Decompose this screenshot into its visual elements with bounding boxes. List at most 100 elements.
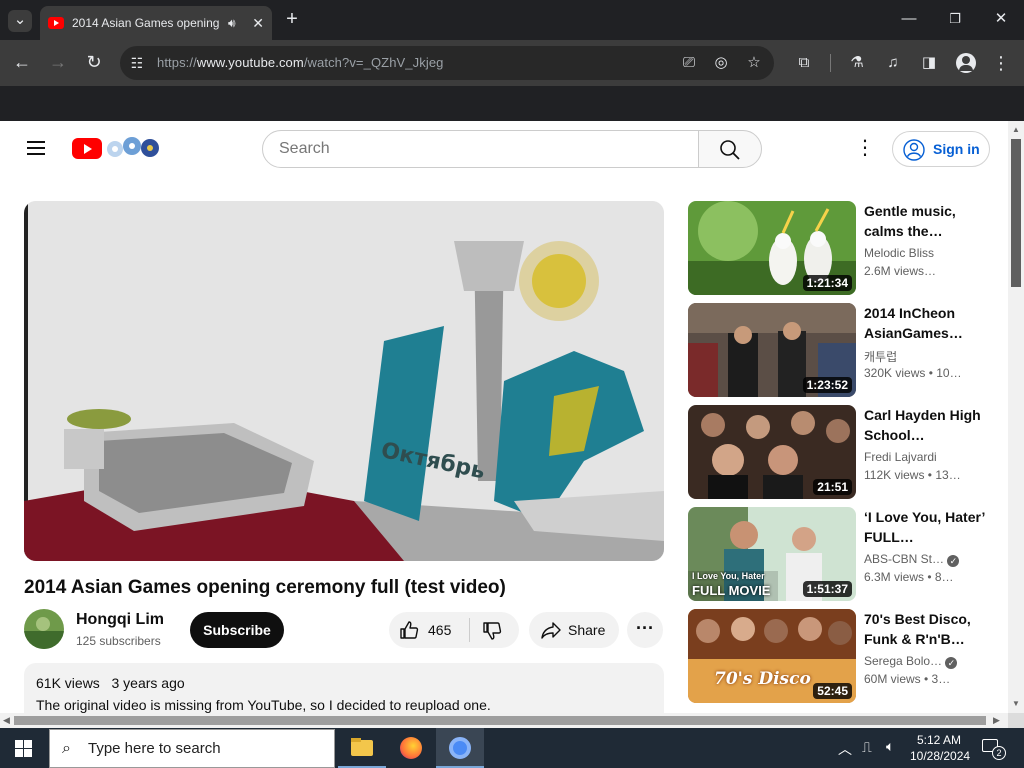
back-arrow-icon[interactable]: ← bbox=[11, 52, 33, 72]
subscribe-button[interactable]: Subscribe bbox=[190, 612, 284, 648]
like-button[interactable]: 465 bbox=[389, 612, 469, 648]
scrollbar-corner bbox=[1008, 713, 1024, 728]
horizontal-scrollbar[interactable]: ◀ ▶ bbox=[0, 713, 1008, 728]
new-tab-plus-icon[interactable]: + bbox=[281, 9, 303, 29]
file-explorer-icon[interactable] bbox=[338, 728, 386, 768]
related-thumbnail[interactable]: I Love You, Hater FULL MOVIE 1:51:37 bbox=[688, 507, 856, 601]
related-video-3[interactable]: 21:51 Carl Hayden High School… Fredi Laj… bbox=[688, 405, 998, 499]
related-thumbnail[interactable]: 70's Disco 52:45 bbox=[688, 609, 856, 703]
thumbs-up-icon bbox=[400, 621, 419, 639]
channel-avatar[interactable] bbox=[24, 609, 64, 649]
restore-icon[interactable]: ❐ bbox=[944, 9, 966, 29]
sign-in-label: Sign in bbox=[933, 141, 980, 157]
volume-muted-icon[interactable]: 🔈︎ bbox=[886, 738, 894, 755]
side-panel-icon[interactable]: ◨ bbox=[918, 53, 940, 73]
search-input[interactable]: Search bbox=[262, 130, 700, 168]
video-player[interactable]: Октябрь bbox=[24, 201, 664, 561]
labs-flask-icon[interactable]: ⚗ bbox=[846, 53, 868, 73]
chrome-taskbar-icon[interactable] bbox=[436, 728, 484, 768]
forward-arrow-icon[interactable]: → bbox=[47, 52, 69, 72]
windows-taskbar: ⌕ Type here to search ︿ ⎍ 🔈︎ 5:12 AM 10/… bbox=[0, 728, 1024, 768]
sign-in-button[interactable]: Sign in bbox=[892, 131, 990, 167]
related-video-4[interactable]: I Love You, Hater FULL MOVIE 1:51:37 ‘I … bbox=[688, 507, 998, 601]
browser-tab-strip: ⌄ 2014 Asian Games opening 🔊︎ ✕ + — ❐ ✕ bbox=[0, 0, 1024, 40]
clock[interactable]: 5:12 AM 10/28/2024 bbox=[910, 732, 971, 764]
related-title[interactable]: 70's Best Disco, Funk & R'n'B… bbox=[864, 609, 988, 649]
view-count: 61K views bbox=[36, 675, 100, 691]
profile-avatar-icon[interactable] bbox=[956, 53, 976, 73]
network-icon[interactable]: ⎍ bbox=[862, 739, 872, 756]
description-box[interactable]: 61K views 3 years ago The original video… bbox=[24, 663, 664, 713]
related-thumbnail[interactable]: 1:23:52 bbox=[688, 303, 856, 397]
browser-infobar-area bbox=[0, 86, 1024, 121]
media-control-icon[interactable]: ♫ bbox=[882, 53, 904, 73]
browser-tab-active[interactable]: 2014 Asian Games opening 🔊︎ ✕ bbox=[40, 6, 272, 40]
tab-audio-icon[interactable]: 🔊︎ bbox=[228, 16, 236, 31]
notification-center-icon[interactable]: 2 bbox=[982, 737, 1006, 760]
related-title[interactable]: Carl Hayden High School… bbox=[864, 405, 988, 445]
url-text[interactable]: https://www.youtube.com/watch?v=_QZhV_Jk… bbox=[157, 55, 443, 70]
related-channel[interactable]: Melodic Bliss bbox=[864, 246, 934, 260]
scroll-up-icon[interactable]: ▲ bbox=[1012, 125, 1020, 134]
channel-name[interactable]: Hongqi Lim bbox=[76, 611, 164, 629]
related-thumbnail[interactable]: 1:21:34 bbox=[688, 201, 856, 295]
scroll-down-icon[interactable]: ▼ bbox=[1012, 699, 1020, 708]
tab-search-chevron-icon[interactable]: ⌄ bbox=[8, 10, 32, 32]
share-button[interactable]: Share bbox=[529, 612, 619, 648]
scroll-right-icon[interactable]: ▶ bbox=[993, 715, 1000, 726]
related-views: 6.3M views • 8… bbox=[864, 570, 954, 584]
related-views: 112K views • 13… bbox=[864, 468, 961, 482]
show-hidden-icons-chevron[interactable]: ︿ bbox=[838, 739, 852, 759]
related-title[interactable]: Gentle music, calms the… bbox=[864, 201, 988, 241]
youtube-logo-icon[interactable] bbox=[72, 138, 102, 159]
vertical-scroll-thumb[interactable] bbox=[1011, 139, 1021, 287]
related-video-1[interactable]: 1:21:34 Gentle music, calms the… Melodic… bbox=[688, 201, 998, 295]
video-title: 2014 Asian Games opening ceremony full (… bbox=[24, 577, 506, 598]
dislike-button[interactable] bbox=[470, 612, 519, 648]
related-channel[interactable]: Fredi Lajvardi bbox=[864, 450, 937, 464]
clock-time: 5:12 AM bbox=[916, 733, 962, 747]
install-app-icon[interactable]: ⎚ bbox=[678, 53, 700, 73]
scroll-left-icon[interactable]: ◀ bbox=[3, 715, 10, 726]
firefox-icon[interactable] bbox=[387, 728, 435, 768]
doodle-flowers-icon[interactable] bbox=[105, 135, 163, 161]
related-channel[interactable]: 캐투럽 bbox=[864, 348, 897, 365]
upload-age: 3 years ago bbox=[111, 675, 185, 691]
minimize-icon[interactable]: — bbox=[898, 9, 920, 29]
taskbar-search-input[interactable]: ⌕ Type here to search bbox=[49, 729, 335, 768]
thumbnail-overlay-text: FULL MOVIE bbox=[692, 583, 771, 598]
verified-badge-icon: ✓ bbox=[947, 555, 960, 567]
related-channel[interactable]: Serega Bolo… ✓ bbox=[864, 654, 958, 669]
chrome-menu-icon[interactable]: ⋮ bbox=[990, 53, 1012, 73]
more-actions-icon[interactable]: ··· bbox=[627, 612, 663, 648]
search-button[interactable] bbox=[698, 130, 762, 168]
vertical-scrollbar[interactable]: ▲ ▼ bbox=[1008, 121, 1024, 713]
tracking-protection-eye-icon[interactable]: ◎ bbox=[710, 53, 732, 73]
address-bar[interactable]: ☷ https://www.youtube.com/watch?v=_QZhV_… bbox=[120, 46, 774, 80]
bookmark-star-icon[interactable]: ☆ bbox=[743, 53, 765, 73]
thumbs-down-icon bbox=[483, 622, 502, 640]
duration-badge: 21:51 bbox=[813, 479, 852, 495]
horizontal-scroll-thumb[interactable] bbox=[14, 716, 986, 725]
related-thumbnail[interactable]: 21:51 bbox=[688, 405, 856, 499]
related-channel[interactable]: ABS-CBN St… ✓ bbox=[864, 552, 960, 567]
youtube-page: Search ⋮ Sign in Октябрь 2014 Asian Game… bbox=[0, 121, 1008, 713]
site-info-tune-icon[interactable]: ☷ bbox=[126, 53, 148, 73]
video-frame-image: Октябрь bbox=[24, 201, 664, 561]
extensions-puzzle-icon[interactable]: ⧉ bbox=[793, 53, 815, 73]
taskbar-search-icon: ⌕ bbox=[62, 740, 71, 757]
guide-menu-icon[interactable] bbox=[27, 137, 45, 159]
related-title[interactable]: ‘I Love You, Hater’ FULL… bbox=[864, 507, 988, 547]
window-close-icon[interactable]: ✕ bbox=[990, 9, 1012, 29]
start-windows-icon[interactable] bbox=[0, 728, 48, 768]
tab-title: 2014 Asian Games opening bbox=[72, 16, 220, 30]
tab-close-icon[interactable]: ✕ bbox=[252, 15, 264, 32]
clock-date: 10/28/2024 bbox=[910, 749, 971, 763]
subscriber-count: 125 subscribers bbox=[76, 634, 161, 648]
related-video-5[interactable]: 70's Disco 52:45 70's Best Disco, Funk &… bbox=[688, 609, 998, 703]
related-title[interactable]: 2014 InCheon AsianGames… bbox=[864, 303, 988, 343]
settings-kebab-icon[interactable]: ⋮ bbox=[855, 138, 875, 158]
notification-count-badge: 2 bbox=[992, 746, 1006, 760]
related-video-2[interactable]: 1:23:52 2014 InCheon AsianGames… 캐투럽 320… bbox=[688, 303, 998, 397]
reload-icon[interactable]: ↻ bbox=[83, 52, 105, 72]
